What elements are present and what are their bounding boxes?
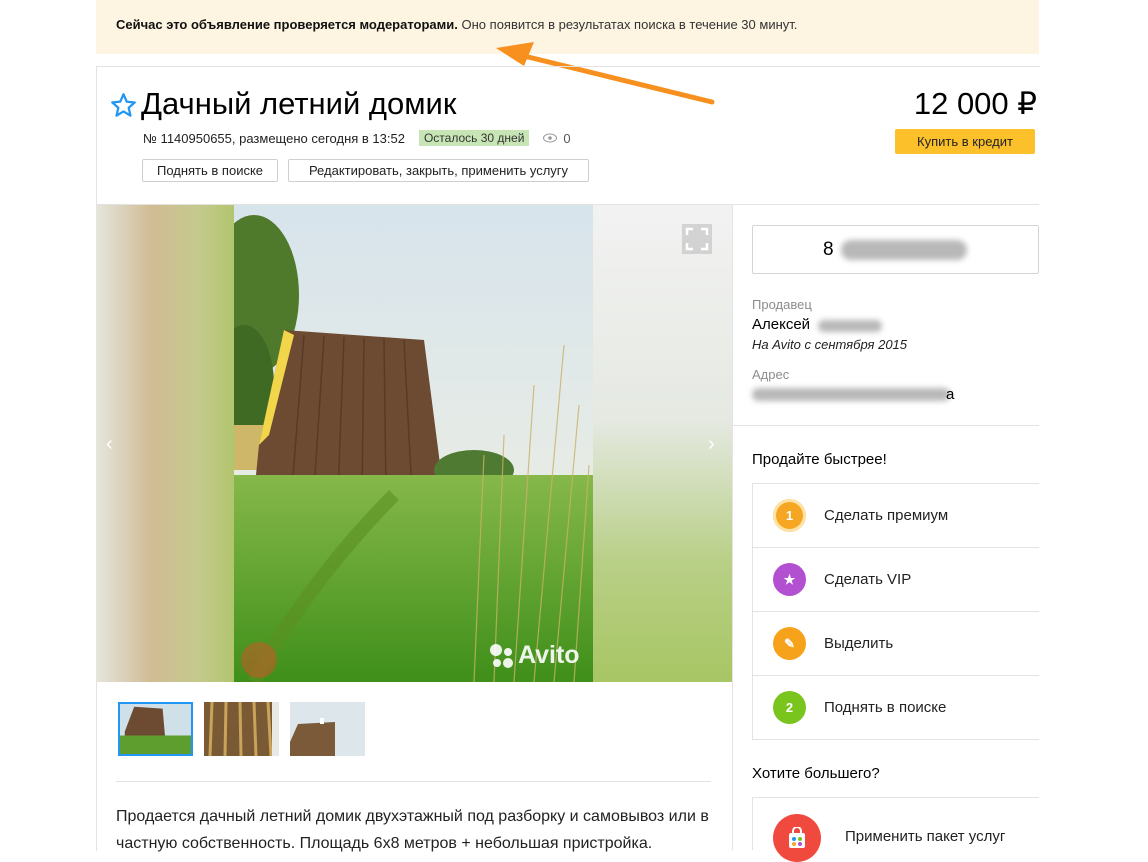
package-icon [773,814,821,862]
eye-icon [543,133,558,143]
listing-price: 12 000 ₽ [913,86,1037,121]
service-raise-label: Поднять в поиске [824,699,947,716]
want-more-title: Хотите большего? [752,765,880,782]
premium-icon: 1 [773,499,806,532]
contact-divider [733,425,1039,426]
seller-surname-blurred [818,320,882,332]
service-vip[interactable]: ★ Сделать VIP [752,547,1039,611]
avito-watermark-text: Avito [518,641,580,669]
description-divider [116,781,711,782]
avito-logo-icon [490,643,513,668]
seller-since: На Avito с сентября 2015 [752,337,908,352]
service-package[interactable]: Применить пакет услуг [752,797,1039,862]
service-premium-label: Сделать премиум [824,507,949,524]
premium-icon-glyph: 1 [785,508,794,523]
vip-icon: ★ [773,563,806,596]
views-counter: 0 [543,130,571,146]
phone-number-blurred [841,240,967,260]
highlight-icon-glyph: ✎ [784,635,795,651]
next-photo-arrow-icon[interactable]: › [708,433,715,456]
seller-name[interactable]: Алексей [752,316,810,333]
edit-close-apply-button[interactable]: Редактировать, закрыть, применить услугу [288,159,589,182]
views-count: 0 [563,130,571,146]
listing-title: Дачный летний домик [141,86,457,121]
photo-gallery[interactable]: ‹ › Avito [96,205,732,682]
service-highlight[interactable]: ✎ Выделить [752,611,1039,675]
sell-faster-title: Продайте быстрее! [752,451,887,468]
show-phone-button[interactable]: 8 [752,225,1039,274]
previous-photo-arrow-icon[interactable]: ‹ [106,433,113,456]
moderation-notice-bold: Сейчас это объявление проверяется модера… [116,17,458,32]
moderation-notice-rest: Оно появится в результатах поиска в тече… [461,17,798,32]
address-label: Адрес [752,367,790,382]
service-package-label: Применить пакет услуг [845,828,1006,845]
listing-meta: № 1140950655, размещено сегодня в 13:52 … [143,130,571,146]
raise-in-search-button[interactable]: Поднять в поиске [142,159,278,182]
column-divider [732,205,733,850]
listing-number-date: № 1140950655, размещено сегодня в 13:52 [143,130,405,146]
buy-on-credit-button[interactable]: Купить в кредит [895,129,1035,154]
service-raise[interactable]: 2 Поднять в поиске [752,675,1039,740]
moderation-notice-text: Сейчас это объявление проверяется модера… [116,17,797,32]
address-tail: а [946,386,955,403]
service-highlight-label: Выделить [824,635,894,652]
previous-photo-preview [96,205,234,682]
shopping-bag-icon [789,827,805,848]
main-photo[interactable] [234,205,593,682]
phone-prefix: 8 [823,239,834,260]
raise-icon: 2 [773,691,806,724]
favorite-star-icon[interactable] [110,92,137,119]
service-vip-label: Сделать VIP [824,571,912,588]
highlight-icon: ✎ [773,627,806,660]
fullscreen-icon[interactable] [682,224,712,254]
address-blurred [752,388,950,401]
avito-watermark: Avito [488,641,580,670]
thumbnail-3[interactable] [290,702,365,756]
thumbnail-2[interactable] [204,702,279,756]
raise-icon-glyph: 2 [785,700,794,715]
listing-description: Продается дачный летний домик двухэтажны… [116,808,709,852]
thumbnail-1[interactable] [118,702,193,756]
seller-label: Продавец [752,297,812,312]
service-premium[interactable]: 1 Сделать премиум [752,483,1039,547]
vip-icon-glyph: ★ [783,571,796,587]
seller-name-line: Алексей [752,316,810,333]
days-left-badge: Осталось 30 дней [418,130,530,146]
